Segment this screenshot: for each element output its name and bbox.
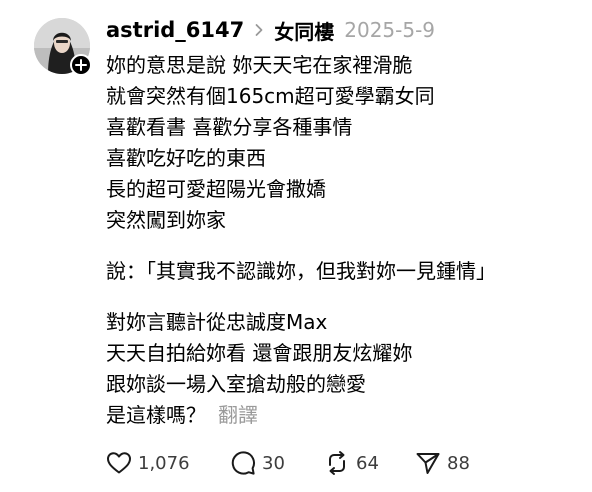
paper-plane-icon [416,453,440,474]
post-header: astrid_6147 女同樓 2025-5-9 [106,13,435,47]
repost-count: 64 [356,452,379,474]
like-button[interactable]: 1,076 [106,451,230,475]
repost-button[interactable]: 64 [324,450,415,476]
speech-bubble-icon [231,451,255,475]
avatar-container[interactable] [34,18,92,76]
repost-icon [329,451,345,475]
like-count: 1,076 [138,452,190,474]
post-line: 天天自拍給妳看 還會跟朋友炫耀妳 [106,341,413,365]
post-line: 喜歡吃好吃的東西 [106,146,266,170]
post-line: 對妳言聽計從忠誠度Max [106,310,328,334]
chevron-right-icon [254,23,264,37]
plus-icon [75,59,87,71]
post-body: 妳的意思是說 妳天天宅在家裡滑脆 就會突然有個165cm超可愛學霸女同 喜歡看書… [106,50,576,431]
share-button[interactable]: 88 [415,450,470,476]
post-line: 說：「其實我不認識妳，但我對妳一見鍾情」 [106,259,496,283]
post-line: 是這樣嗎？ [106,403,206,427]
translate-link[interactable]: 翻譯 [218,403,258,427]
community-link[interactable]: 女同樓 [274,16,334,45]
post-line: 就會突然有個165cm超可愛學霸女同 [106,84,435,108]
post-line: 喜歡看書 喜歡分享各種事情 [106,115,353,139]
comment-count: 30 [262,452,285,474]
post-line: 突然闖到妳家 [106,208,226,232]
post-line: 跟妳談一場入室搶劫般的戀愛 [106,372,366,396]
heart-icon [107,452,131,474]
comment-button[interactable]: 30 [230,450,324,476]
post-line: 妳的意思是說 妳天天宅在家裡滑脆 [106,53,413,77]
username[interactable]: astrid_6147 [106,18,244,42]
action-bar: 1,076 30 64 88 [106,448,470,478]
follow-button[interactable] [70,54,92,76]
post-line: 長的超可愛超陽光會撒嬌 [106,177,326,201]
post-date: 2025-5-9 [344,18,436,42]
share-count: 88 [447,452,470,474]
post-last-line: 是這樣嗎？ 翻譯 [106,400,576,431]
